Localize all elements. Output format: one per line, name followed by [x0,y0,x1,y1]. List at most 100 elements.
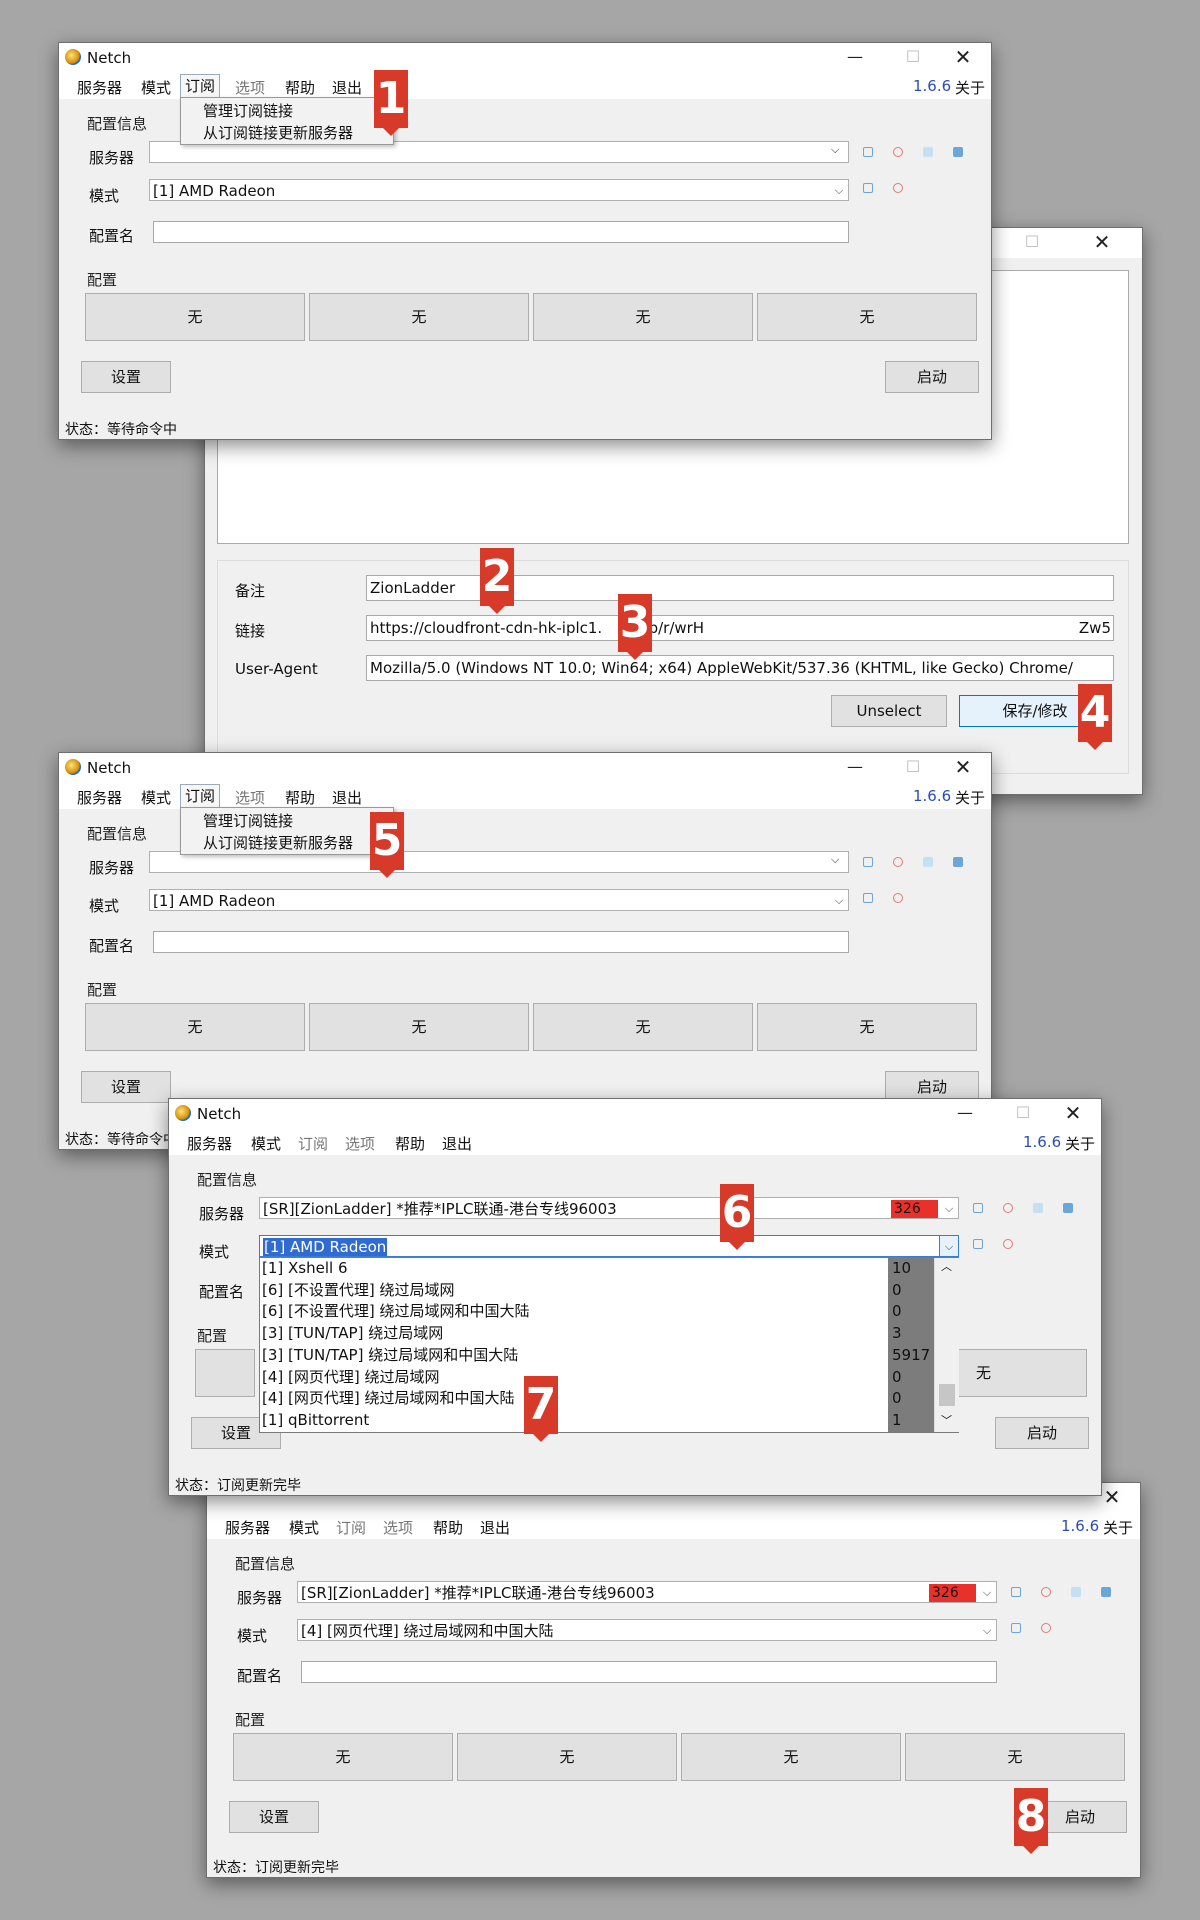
remark-input[interactable]: ZionLadder [366,575,1114,601]
menu-exit[interactable]: 退出 [442,1133,472,1154]
menu-update-from-subscription[interactable]: 从订阅链接更新服务器 [203,122,353,143]
start-button[interactable]: 启动 [885,361,979,393]
delete-mode-icon[interactable] [893,183,903,193]
maximize-button[interactable]: ☐ [1003,1101,1043,1125]
speed-test-icon[interactable] [923,147,933,157]
profile-button-2[interactable]: 无 [457,1733,677,1781]
delete-mode-icon[interactable] [1041,1623,1051,1633]
config-name-input[interactable] [301,1661,997,1683]
close-button[interactable]: ✕ [1082,230,1122,254]
about-link[interactable]: 关于 [1103,1517,1133,1538]
list-item[interactable]: [4] [网页代理] 绕过局域网和中国大陆 [262,1389,515,1407]
settings-button[interactable]: 设置 [229,1801,319,1833]
edit-mode-icon[interactable] [973,1239,983,1249]
menu-subscription[interactable]: 订阅 [180,74,221,98]
close-button[interactable]: ✕ [943,755,983,779]
link-input[interactable]: https://cloudfront-cdn-hk-iplc1./sub/r/w… [366,615,1114,641]
menu-mode[interactable]: 模式 [141,787,171,808]
profile-button-1[interactable]: 无 [85,293,305,341]
list-item[interactable]: [4] [网页代理] 绕过局域网 [262,1368,440,1386]
profile-button-1[interactable]: 无 [85,1003,305,1051]
chevron-down-icon[interactable]: ﹀ [941,1412,952,1428]
speed-test-icon[interactable] [1071,1587,1081,1597]
menu-server[interactable]: 服务器 [187,1133,232,1154]
profile-button-3[interactable]: 无 [533,293,753,341]
chevron-down-icon[interactable]: ⌵ [831,853,839,867]
menu-mode[interactable]: 模式 [289,1517,319,1538]
version-label[interactable]: 1.6.6 [1061,1517,1099,1535]
maximize-button[interactable]: ☐ [1012,230,1052,254]
speed-test-icon[interactable] [923,857,933,867]
delete-server-icon[interactable] [893,857,903,867]
menu-subscription[interactable]: 订阅 [180,784,221,808]
menu-help[interactable]: 帮助 [433,1517,463,1538]
menu-help[interactable]: 帮助 [285,77,315,98]
settings-button[interactable]: 设置 [81,361,171,393]
delete-server-icon[interactable] [1041,1587,1051,1597]
close-button[interactable]: ✕ [943,45,983,69]
server-combo[interactable]: [SR][ZionLadder] *推荐*IPLC联通-港台专线96003 ⌵ [259,1197,959,1219]
copy-link-icon[interactable] [953,147,963,157]
copy-link-icon[interactable] [1063,1203,1073,1213]
edit-server-icon[interactable] [863,147,873,157]
version-label[interactable]: 1.6.6 [913,77,951,95]
user-agent-input[interactable]: Mozilla/5.0 (Windows NT 10.0; Win64; x64… [366,655,1114,681]
mode-combo[interactable]: [1] AMD Radeon ⌵ [259,1235,959,1257]
minimize-button[interactable]: — [945,1101,985,1125]
list-item[interactable]: [3] [TUN/TAP] 绕过局域网和中国大陆 [262,1346,518,1364]
version-label[interactable]: 1.6.6 [913,787,951,805]
menu-help[interactable]: 帮助 [285,787,315,808]
delete-server-icon[interactable] [1003,1203,1013,1213]
menu-update-from-subscription[interactable]: 从订阅链接更新服务器 [203,832,353,853]
copy-link-icon[interactable] [1101,1587,1111,1597]
edit-mode-icon[interactable] [863,183,873,193]
menu-options[interactable]: 选项 [235,77,265,98]
mode-combo[interactable]: [4] [网页代理] 绕过局域网和中国大陆 ⌵ [297,1619,997,1641]
profile-button-4[interactable]: 无 [757,1003,977,1051]
server-combo[interactable]: [SR][ZionLadder] *推荐*IPLC联通-港台专线96003 ⌵ [297,1581,997,1603]
mode-combo[interactable]: [1] AMD Radeon ⌵ [149,889,849,911]
edit-mode-icon[interactable] [1011,1623,1021,1633]
menu-mode[interactable]: 模式 [251,1133,281,1154]
list-item[interactable]: [3] [TUN/TAP] 绕过局域网 [262,1324,443,1342]
minimize-button[interactable]: — [835,45,875,69]
menu-manage-subscription[interactable]: 管理订阅链接 [203,100,293,121]
close-button[interactable]: ✕ [1053,1101,1093,1125]
menu-server[interactable]: 服务器 [225,1517,270,1538]
edit-server-icon[interactable] [1011,1587,1021,1597]
about-link[interactable]: 关于 [1065,1133,1095,1154]
menu-options[interactable]: 选项 [383,1517,413,1538]
menu-options[interactable]: 选项 [235,787,265,808]
menu-manage-subscription[interactable]: 管理订阅链接 [203,810,293,831]
profile-button-2[interactable]: 无 [309,1003,529,1051]
profile-button-1[interactable] [195,1349,255,1397]
chevron-up-icon[interactable]: ︿ [941,1258,952,1274]
profile-button-4[interactable]: 无 [757,293,977,341]
mode-combo[interactable]: [1] AMD Radeon ⌵ [149,179,849,201]
profile-button-2[interactable]: 无 [309,293,529,341]
start-button[interactable]: 启动 [995,1417,1089,1449]
delete-mode-icon[interactable] [1003,1239,1013,1249]
minimize-button[interactable]: — [835,755,875,779]
profile-button-3[interactable]: 无 [681,1733,901,1781]
version-label[interactable]: 1.6.6 [1023,1133,1061,1151]
about-link[interactable]: 关于 [955,77,985,98]
edit-server-icon[interactable] [973,1203,983,1213]
menu-help[interactable]: 帮助 [395,1133,425,1154]
list-item[interactable]: [6] [不设置代理] 绕过局域网和中国大陆 [262,1302,530,1320]
list-item[interactable]: [1] qBittorrent [262,1411,369,1429]
settings-button[interactable]: 设置 [81,1071,171,1103]
config-name-input[interactable] [153,931,849,953]
speed-test-icon[interactable] [1033,1203,1043,1213]
menu-exit[interactable]: 退出 [332,77,362,98]
scrollbar-thumb[interactable] [939,1384,955,1406]
menu-server[interactable]: 服务器 [77,77,122,98]
delete-mode-icon[interactable] [893,893,903,903]
edit-mode-icon[interactable] [863,893,873,903]
maximize-button[interactable]: ☐ [893,755,933,779]
chevron-down-icon[interactable]: ⌵ [831,143,839,157]
scrollbar[interactable]: ︿ ﹀ [934,1258,959,1432]
profile-button-1[interactable]: 无 [233,1733,453,1781]
about-link[interactable]: 关于 [955,787,985,808]
list-item[interactable]: [6] [不设置代理] 绕过局域网 [262,1281,455,1299]
